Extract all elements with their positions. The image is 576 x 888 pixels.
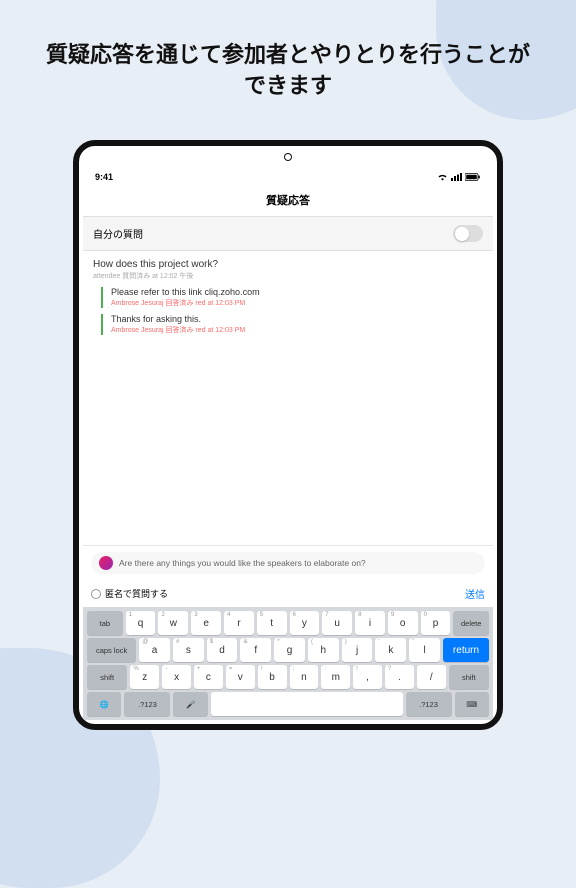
key-d[interactable]: $d	[207, 638, 238, 662]
key-w[interactable]: 2w	[158, 611, 188, 635]
avatar	[99, 556, 113, 570]
key-dismiss[interactable]: ⌨	[455, 692, 489, 716]
key-e[interactable]: 3e	[191, 611, 221, 635]
key-b[interactable]: /b	[258, 665, 287, 689]
key-x[interactable]: -x	[162, 665, 191, 689]
key-slash[interactable]: /	[417, 665, 446, 689]
key-h[interactable]: (h	[308, 638, 339, 662]
key-q[interactable]: 1q	[126, 611, 156, 635]
key-space[interactable]	[211, 692, 403, 716]
key-delete[interactable]: delete	[453, 611, 489, 635]
key-g[interactable]: *g	[274, 638, 305, 662]
key-n[interactable]: ;n	[290, 665, 319, 689]
key-s[interactable]: #s	[173, 638, 204, 662]
question-text: How does this project work?	[93, 259, 483, 270]
tablet-frame: 9:41 質疑応答 自分の質問 How does this project wo…	[73, 140, 503, 730]
key-capslock[interactable]: caps lock	[87, 638, 136, 662]
my-questions-label: 自分の質問	[93, 226, 143, 241]
key-k[interactable]: 'k	[375, 638, 406, 662]
key-num-left[interactable]: .?123	[124, 692, 170, 716]
key-j[interactable]: )j	[342, 638, 373, 662]
qa-content: How does this project work? attendee 質問済…	[83, 251, 493, 545]
anonymous-option[interactable]: 匿名で質問する	[91, 587, 168, 600]
keyboard: tab 1q 2w 3e 4r 5t 6y 7u 8i 9o 0p delete…	[83, 607, 493, 720]
key-a[interactable]: @a	[139, 638, 170, 662]
key-f[interactable]: &f	[240, 638, 271, 662]
key-period[interactable]: ?.	[385, 665, 414, 689]
send-row: 匿名で質問する 送信	[83, 580, 493, 607]
answer-meta: Ambrose Jesuraj 回答済み red at 12:03 PM	[111, 325, 483, 335]
answer-item: Please refer to this link cliq.zoho.com …	[101, 287, 483, 308]
send-button[interactable]: 送信	[465, 586, 485, 601]
key-i[interactable]: 8i	[355, 611, 385, 635]
input-area: Are there any things you would like the …	[83, 545, 493, 580]
question-meta: attendee 質問済み at 12:02 午後	[93, 271, 483, 281]
key-z[interactable]: %z	[130, 665, 159, 689]
my-questions-toggle[interactable]	[453, 225, 483, 242]
key-mic[interactable]: 🎤	[173, 692, 207, 716]
battery-icon	[465, 173, 481, 181]
key-c[interactable]: +c	[194, 665, 223, 689]
key-u[interactable]: 7u	[322, 611, 352, 635]
status-bar: 9:41	[83, 168, 493, 186]
my-questions-row: 自分の質問	[83, 217, 493, 251]
input-placeholder: Are there any things you would like the …	[119, 558, 477, 568]
key-globe[interactable]: 🌐	[87, 692, 121, 716]
answer-text: Please refer to this link cliq.zoho.com	[111, 287, 483, 297]
key-l[interactable]: "l	[409, 638, 440, 662]
question-item: How does this project work? attendee 質問済…	[93, 259, 483, 335]
key-p[interactable]: 0p	[421, 611, 451, 635]
signal-icon	[451, 173, 462, 181]
page-title: 質疑応答	[83, 186, 493, 217]
anonymous-label: 匿名で質問する	[105, 587, 168, 600]
answer-meta: Ambrose Jesuraj 回答済み red at 12:03 PM	[111, 298, 483, 308]
key-o[interactable]: 9o	[388, 611, 418, 635]
key-tab[interactable]: tab	[87, 611, 123, 635]
key-v[interactable]: =v	[226, 665, 255, 689]
key-num-right[interactable]: .?123	[406, 692, 452, 716]
key-t[interactable]: 5t	[257, 611, 287, 635]
status-time: 9:41	[95, 172, 113, 182]
headline: 質疑応答を通じて参加者とやりとりを行うことができます	[0, 40, 576, 102]
key-shift-right[interactable]: shift	[449, 665, 489, 689]
key-y[interactable]: 6y	[290, 611, 320, 635]
camera-icon	[284, 153, 292, 161]
key-shift-left[interactable]: shift	[87, 665, 127, 689]
key-r[interactable]: 4r	[224, 611, 254, 635]
radio-icon	[91, 589, 101, 599]
key-comma[interactable]: !,	[353, 665, 382, 689]
answer-item: Thanks for asking this. Ambrose Jesuraj …	[101, 314, 483, 335]
key-return[interactable]: return	[443, 638, 489, 662]
wifi-icon	[437, 173, 448, 181]
question-input[interactable]: Are there any things you would like the …	[91, 552, 485, 574]
key-m[interactable]: :m	[321, 665, 350, 689]
answer-text: Thanks for asking this.	[111, 314, 483, 324]
